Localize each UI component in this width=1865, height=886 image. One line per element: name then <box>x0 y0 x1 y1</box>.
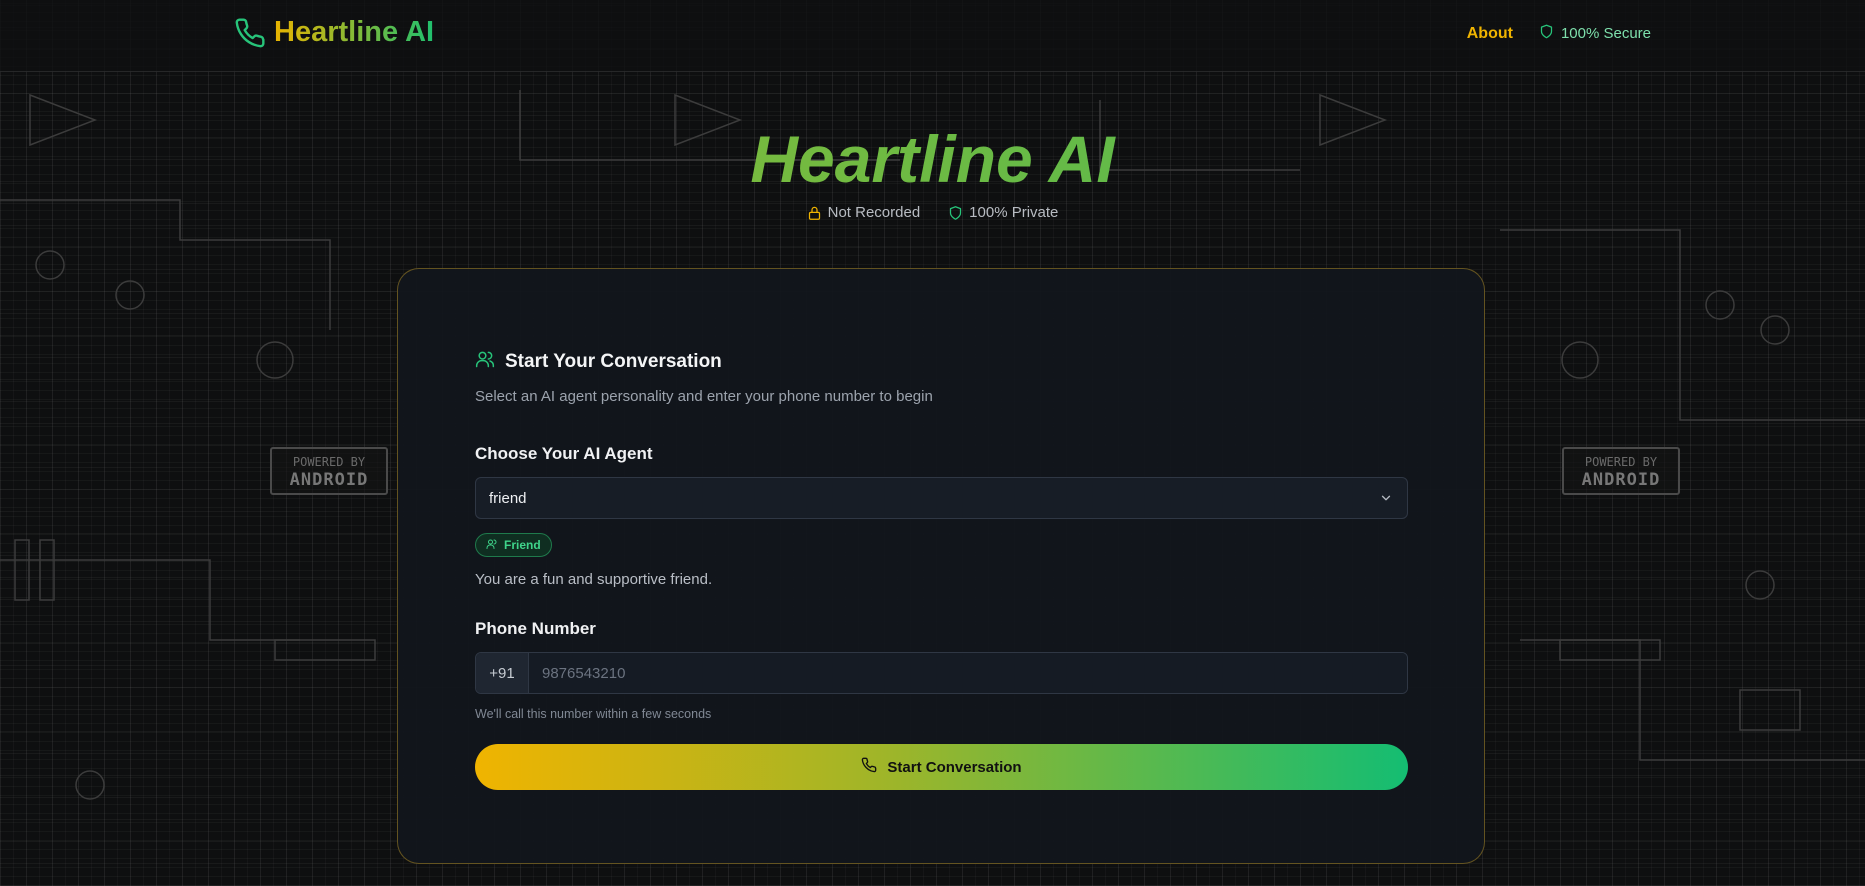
hero-title: Heartline AI <box>0 122 1865 196</box>
chip-text: ANDROID <box>289 470 369 490</box>
country-code[interactable]: +91 <box>476 653 529 693</box>
connector-symbol <box>256 341 294 379</box>
card-subtitle: Select an AI agent personality and enter… <box>475 388 933 405</box>
phone-icon <box>234 17 266 49</box>
phone-input[interactable] <box>529 653 1407 693</box>
top-nav: About 100% Secure <box>1467 24 1651 43</box>
agent-select-value: friend <box>489 489 527 507</box>
badge-label: 100% Private <box>969 204 1059 221</box>
agent-badge: Friend <box>475 533 552 557</box>
secure-label: 100% Secure <box>1560 25 1651 42</box>
component-symbol <box>1559 639 1661 661</box>
not-recorded-badge: Not Recorded <box>807 204 921 221</box>
brand-name: Heartline AI <box>274 16 435 48</box>
resistor-symbol <box>14 539 30 601</box>
transistor-symbol <box>75 770 105 800</box>
agent-label: Choose Your AI Agent <box>475 444 653 463</box>
conversation-card: Start Your Conversation Select an AI age… <box>397 268 1485 864</box>
card-header: Start Your Conversation <box>475 349 1408 374</box>
transistor-symbol <box>35 250 65 280</box>
phone-icon <box>861 757 877 777</box>
brand-logo[interactable]: Heartline AI <box>234 16 434 49</box>
card-content: Start Your Conversation Select an AI age… <box>475 349 1408 790</box>
card-title: Start Your Conversation <box>505 350 722 372</box>
transistor-symbol <box>1745 570 1775 600</box>
shield-icon <box>948 205 963 221</box>
circuit-trace <box>1500 229 1865 421</box>
chip-text: POWERED BY <box>292 455 366 469</box>
transistor-symbol <box>1760 315 1790 345</box>
phone-label: Phone Number <box>475 619 596 638</box>
top-navbar: Heartline AI About 100% Secure <box>0 0 1865 72</box>
badge-label: Not Recorded <box>827 204 921 221</box>
secure-badge: 100% Secure <box>1539 24 1651 43</box>
private-badge: 100% Private <box>948 204 1058 221</box>
chip-text: ANDROID <box>1581 470 1661 490</box>
circuit-trace <box>1520 639 1865 761</box>
users-icon <box>475 349 495 374</box>
chip-text: POWERED BY <box>1584 455 1658 469</box>
shield-icon <box>1539 24 1554 43</box>
phone-field: +91 <box>475 652 1408 694</box>
chevron-down-icon <box>1379 491 1393 509</box>
transistor-symbol <box>1705 290 1735 320</box>
phone-hint: We'll call this number within a few seco… <box>475 707 712 721</box>
transistor-symbol <box>115 280 145 310</box>
lock-icon <box>807 205 822 221</box>
hero-badges: Not Recorded 100% Private <box>0 204 1865 221</box>
resistor-symbol <box>39 539 55 601</box>
powered-by-android-chip: POWERED BY ANDROID <box>1562 447 1680 495</box>
agent-badge-label: Friend <box>504 538 541 552</box>
start-conversation-button[interactable]: Start Conversation <box>475 744 1408 790</box>
powered-by-android-chip: POWERED BY ANDROID <box>270 447 388 495</box>
users-icon <box>486 538 498 553</box>
nav-about-link[interactable]: About <box>1467 25 1513 43</box>
agent-description: You are a fun and supportive friend. <box>475 571 713 588</box>
component-symbol <box>274 639 376 661</box>
component-symbol <box>1739 689 1801 731</box>
agent-select[interactable]: friend <box>475 477 1408 519</box>
start-conversation-label: Start Conversation <box>887 758 1022 776</box>
connector-symbol <box>1561 341 1599 379</box>
